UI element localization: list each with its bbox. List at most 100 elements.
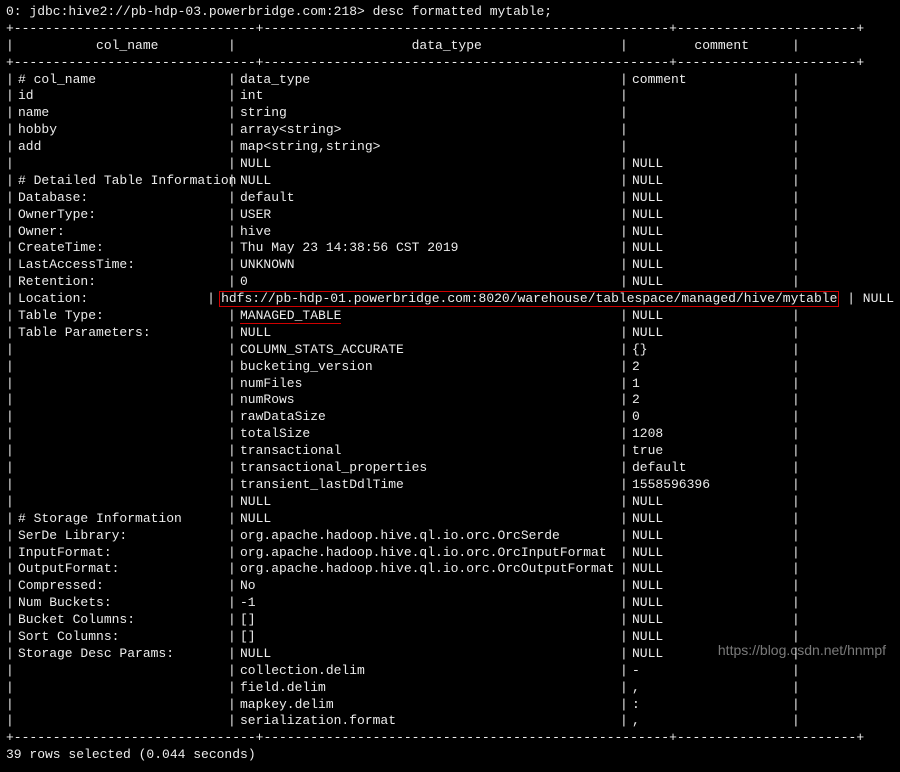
cell-col-name: Compressed: [18,578,228,595]
cell-data-type: org.apache.hadoop.hive.ql.io.orc.OrcOutp… [240,561,620,578]
cell-col-name: OutputFormat: [18,561,228,578]
cell-col-name: name [18,105,228,122]
table-row: | OutputFormat:| org.apache.hadoop.hive.… [6,561,894,578]
table-row: | # Detailed Table Information| NULL| NU… [6,173,894,190]
header-col-name: col_name [18,38,228,55]
cell-col-name [18,156,228,173]
cell-col-name [18,409,228,426]
cell-col-name [18,392,228,409]
cell-comment [632,139,792,156]
prompt-command: desc formatted mytable; [373,4,552,19]
cell-data-type: -1 [240,595,620,612]
cell-data-type: mapkey.delim [240,697,620,714]
cell-data-type: NULL [240,646,620,663]
cell-col-name: hobby [18,122,228,139]
cell-data-type: NULL [240,511,620,528]
table-row: | # col_name| data_type| comment| [6,72,894,89]
cell-comment: NULL [632,274,792,291]
cell-col-name: Table Parameters: [18,325,228,342]
cell-comment: 1208 [632,426,792,443]
table-row: | | bucketing_version| 2| [6,359,894,376]
cell-col-name [18,663,228,680]
cell-col-name [18,460,228,477]
cell-comment: comment [632,72,792,89]
table-row: | Compressed:| No| NULL| [6,578,894,595]
cell-data-type: transient_lastDdlTime [240,477,620,494]
table-row: | | NULL| NULL| [6,156,894,173]
separator-top: +-------------------------------+-------… [6,21,894,38]
cell-comment: : [632,697,792,714]
cell-comment: NULL [632,207,792,224]
separator-bottom: +-------------------------------+-------… [6,730,894,747]
table-row: | | NULL| NULL| [6,494,894,511]
cell-data-type: NULL [240,156,620,173]
cell-comment [632,122,792,139]
cell-comment: NULL [632,190,792,207]
table-row: | | serialization.format| ,| [6,713,894,730]
cell-data-type: map<string,string> [240,139,620,156]
cell-comment: 1558596396 [632,477,792,494]
pipe: | [6,38,18,55]
cell-col-name: Retention: [18,274,228,291]
cell-col-name [18,697,228,714]
cell-comment: - [632,663,792,680]
cell-data-type: org.apache.hadoop.hive.ql.io.orc.OrcSerd… [240,528,620,545]
cell-comment: NULL [632,494,792,511]
prompt-line: 0: jdbc:hive2://pb-hdp-03.powerbridge.co… [6,4,894,21]
table-row: | | transactional_properties| default| [6,460,894,477]
table-row: | | transient_lastDdlTime| 1558596396| [6,477,894,494]
cell-data-type: array<string> [240,122,620,139]
cell-data-type: totalSize [240,426,620,443]
cell-col-name: Sort Columns: [18,629,228,646]
highlight-underline: MANAGED_TABLE [240,309,341,324]
cell-col-name [18,494,228,511]
cell-data-type: numRows [240,392,620,409]
cell-data-type: Thu May 23 14:38:56 CST 2019 [240,240,620,257]
table-row: | Storage Desc Params:| NULL| NULL| [6,646,894,663]
cell-comment: , [632,680,792,697]
cell-data-type: rawDataSize [240,409,620,426]
cell-comment: NULL [632,257,792,274]
table-row: | | numFiles| 1| [6,376,894,393]
cell-col-name: Owner: [18,224,228,241]
cell-comment [632,105,792,122]
cell-comment: NULL [632,308,792,325]
table-row: | Bucket Columns:| []| NULL| [6,612,894,629]
table-row: | | mapkey.delim| :| [6,697,894,714]
cell-data-type: hdfs://pb-hdp-01.powerbridge.com:8020/wa… [219,291,894,308]
separator-mid: +-------------------------------+-------… [6,55,894,72]
cell-data-type: [] [240,612,620,629]
cell-comment: 0 [632,409,792,426]
cell-comment: 2 [632,359,792,376]
cell-comment: NULL [632,224,792,241]
table-body: | # col_name| data_type| comment|| id| i… [6,72,894,731]
cell-data-type: COLUMN_STATS_ACCURATE [240,342,620,359]
cell-comment: NULL [632,528,792,545]
cell-data-type: NULL [240,173,620,190]
table-row: | id| int| | [6,88,894,105]
cell-col-name [18,680,228,697]
cell-data-type: transactional [240,443,620,460]
cell-data-type: collection.delim [240,663,620,680]
cell-col-name: Location: [18,291,207,308]
cell-data-type: data_type [240,72,620,89]
cell-data-type: UNKNOWN [240,257,620,274]
cell-col-name: # Storage Information [18,511,228,528]
cell-comment: NULL [632,629,792,646]
cell-data-type: org.apache.hadoop.hive.ql.io.orc.OrcInpu… [240,545,620,562]
cell-data-type: bucketing_version [240,359,620,376]
table-row: | hobby| array<string>| | [6,122,894,139]
cell-comment: 2 [632,392,792,409]
cell-col-name: SerDe Library: [18,528,228,545]
header-data-type: data_type [240,38,620,55]
cell-comment: NULL [632,173,792,190]
cell-col-name: Num Buckets: [18,595,228,612]
cell-data-type: transactional_properties [240,460,620,477]
cell-comment: {} [632,342,792,359]
table-row: | Owner:| hive| NULL| [6,224,894,241]
cell-data-type: [] [240,629,620,646]
table-row: | | collection.delim| -| [6,663,894,680]
cell-col-name: Database: [18,190,228,207]
cell-comment: NULL [632,612,792,629]
cell-col-name [18,713,228,730]
